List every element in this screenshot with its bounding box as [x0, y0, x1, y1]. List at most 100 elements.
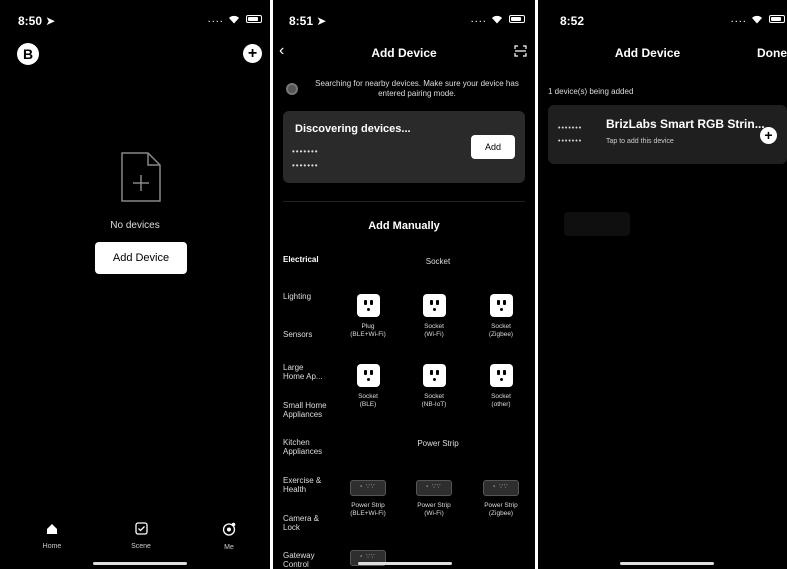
tab-scene-label: Scene	[131, 543, 151, 550]
category-gateway-control[interactable]: Gateway Control	[283, 551, 323, 569]
device-item-power-strip-ble-wifi[interactable]: ▫ ∵∵ Power Strip (BLE+Wi-Fi)	[336, 480, 400, 518]
socket-icon	[356, 294, 380, 317]
socket-icon	[489, 294, 513, 317]
discovering-card: Discovering devices... ••••••• ••••••• A…	[283, 111, 525, 183]
category-exercise-health[interactable]: Exercise & Health	[283, 476, 333, 494]
socket-icon	[422, 364, 446, 387]
category-electrical[interactable]: Electrical	[283, 255, 339, 264]
item-label: Socket	[358, 393, 378, 400]
device-item-socket-ble[interactable]: Socket (BLE)	[336, 364, 400, 409]
empty-document-icon	[121, 152, 161, 202]
tab-bar: Home Scene Me	[0, 516, 270, 569]
item-sublabel: (other)	[491, 401, 511, 408]
spinner-icon	[286, 83, 298, 95]
category-large-home-appliances[interactable]: Large Home Ap...	[283, 363, 327, 381]
status-time: 8:52	[560, 14, 585, 28]
device-item-plug-ble-wifi[interactable]: Plug (BLE+Wi-Fi)	[336, 294, 400, 339]
status-icons: ....	[471, 13, 525, 25]
scene-icon	[134, 522, 148, 535]
device-item-power-strip-wifi[interactable]: ▫ ∵∵ Power Strip (Wi-Fi)	[402, 480, 466, 518]
done-button[interactable]: Done	[757, 46, 787, 60]
discovering-title: Discovering devices...	[295, 123, 411, 135]
item-label: Plug	[361, 323, 375, 330]
item-label: Socket	[491, 393, 511, 400]
tab-me-label: Me	[224, 544, 234, 551]
power-strip-icon: ▫ ∵∵	[483, 480, 519, 496]
device-found-screen: 8:52 .... Add Device Done 1 device(s) be…	[538, 0, 787, 569]
wifi-icon	[228, 15, 239, 24]
found-device-card[interactable]: ••••••• ••••••• BrizLabs Smart RGB Strin…	[548, 105, 787, 164]
home-indicator	[358, 562, 452, 565]
item-label: Power Strip	[417, 502, 451, 509]
app-logo-icon[interactable]: B	[17, 43, 39, 65]
device-item-power-strip-zigbee[interactable]: ▫ ∵∵ Power Strip (Zigbee)	[469, 480, 533, 518]
power-strip-icon: ▫ ∵∵	[350, 480, 386, 496]
item-label: Socket	[424, 323, 444, 330]
socket-icon	[422, 294, 446, 317]
category-lighting[interactable]: Lighting	[283, 292, 339, 301]
device-item-socket-zigbee[interactable]: Socket (Zigbee)	[469, 294, 533, 339]
placeholder-block	[564, 212, 630, 236]
divider	[283, 201, 525, 202]
page-title: Add Device	[614, 46, 681, 60]
add-device-button[interactable]: Add Device	[95, 242, 187, 274]
item-label: Socket	[424, 393, 444, 400]
status-bar: 8:50 ➤ ....	[0, 0, 270, 36]
item-label: Socket	[491, 323, 511, 330]
home-screen: 8:50 ➤ .... B + No devices Add Device Ho…	[0, 0, 270, 569]
device-thumbnail-dots: •••••••	[558, 138, 583, 145]
device-item-socket-nb-iot[interactable]: Socket (NB-IoT)	[402, 364, 466, 409]
tab-home[interactable]: Home	[22, 522, 82, 550]
category-sensors[interactable]: Sensors	[283, 330, 339, 339]
socket-section-header: Socket	[425, 257, 451, 266]
device-thumbnail-dots: •••••••	[558, 125, 583, 132]
tab-scene[interactable]: Scene	[111, 522, 171, 550]
time-text: 8:51	[289, 14, 314, 28]
device-item-socket-wifi[interactable]: Socket (Wi-Fi)	[402, 294, 466, 339]
category-camera-lock[interactable]: Camera & Lock	[283, 514, 323, 532]
status-icons: ....	[208, 13, 262, 25]
item-sublabel: (Zigbee)	[488, 331, 514, 338]
item-sublabel: (Wi-Fi)	[424, 510, 444, 517]
signal-icon: ....	[730, 13, 747, 25]
item-sublabel: (BLE+Wi-Fi)	[350, 510, 386, 517]
no-devices-text: No devices	[110, 220, 160, 231]
me-icon	[222, 522, 236, 536]
item-sublabel: (Wi-Fi)	[424, 331, 444, 338]
status-time: 8:50 ➤	[18, 14, 55, 28]
home-icon	[47, 524, 57, 534]
item-sublabel: (BLE)	[359, 401, 377, 408]
signal-icon: ....	[470, 13, 487, 25]
home-indicator	[93, 562, 187, 565]
time-text: 8:50	[18, 14, 43, 28]
socket-icon	[489, 364, 513, 387]
category-kitchen-appliances[interactable]: Kitchen Appliances	[283, 438, 333, 456]
battery-icon	[769, 15, 785, 24]
wifi-icon	[491, 15, 502, 24]
discovered-device-dots: •••••••	[292, 161, 319, 170]
status-time: 8:51 ➤	[289, 14, 326, 28]
device-hint: Tap to add this device	[606, 138, 674, 145]
socket-icon	[356, 364, 380, 387]
item-sublabel: (Zigbee)	[488, 510, 514, 517]
tab-home-label: Home	[42, 543, 62, 550]
power-strip-icon: ▫ ∵∵	[416, 480, 452, 496]
add-device-plus-icon[interactable]: +	[760, 127, 777, 144]
scan-icon[interactable]	[514, 45, 527, 57]
status-bar: 8:52 ....	[538, 0, 787, 36]
tab-me[interactable]: Me	[199, 522, 259, 551]
item-label: Power Strip	[484, 502, 518, 509]
wifi-icon	[751, 15, 762, 24]
add-plus-icon[interactable]: +	[243, 44, 262, 63]
home-indicator	[620, 562, 714, 565]
page-title: Add Device	[371, 46, 437, 60]
add-device-screen: 8:51 ➤ .... ‹ Add Device Searching for n…	[273, 0, 535, 569]
device-name: BrizLabs Smart RGB Strin...	[606, 117, 765, 131]
location-arrow-icon: ➤	[45, 14, 56, 28]
category-small-home-appliances[interactable]: Small Home Appliances	[283, 401, 333, 419]
item-label: Power Strip	[351, 502, 385, 509]
device-item-socket-other[interactable]: Socket (other)	[469, 364, 533, 409]
add-discovered-button[interactable]: Add	[471, 135, 515, 159]
add-manually-title: Add Manually	[368, 220, 440, 232]
power-strip-section-header: Power Strip	[417, 439, 459, 448]
